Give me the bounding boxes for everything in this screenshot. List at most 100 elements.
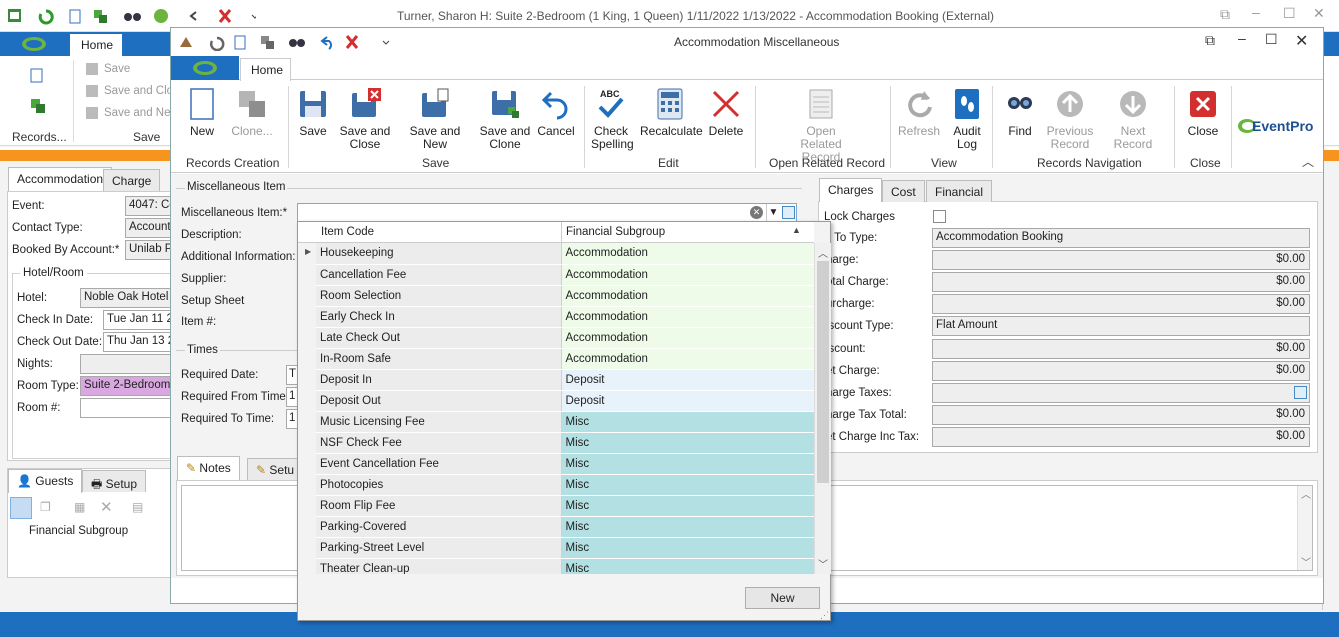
- back-clone-icon[interactable]: [30, 98, 46, 117]
- room-no-field[interactable]: [80, 398, 180, 418]
- back-tab-accommodation[interactable]: Accommodation: [8, 167, 113, 191]
- bill-to-type-field[interactable]: Accommodation Booking: [932, 228, 1310, 248]
- front-close-icon[interactable]: ✕: [1295, 31, 1308, 51]
- ribbon-cancel-button[interactable]: Cancel: [536, 87, 576, 138]
- grid-new-icon[interactable]: [10, 497, 32, 519]
- check-in-field[interactable]: Tue Jan 11 20: [103, 310, 180, 330]
- col-item-code-header[interactable]: Item Code: [321, 226, 374, 238]
- col-financial-subgroup-header[interactable]: Financial Subgroup: [566, 226, 665, 238]
- dropdown-row[interactable]: Housekeeping Accommodation: [316, 243, 814, 265]
- back-save-new-button[interactable]: Save and New: [104, 107, 179, 119]
- dropdown-scroll-thumb[interactable]: [817, 261, 829, 483]
- dropdown-row[interactable]: Deposit Out Deposit: [316, 390, 814, 412]
- combo-clear-icon[interactable]: ✕: [750, 206, 763, 219]
- back-tab-charge[interactable]: Charge: [103, 169, 161, 191]
- discount-field[interactable]: $0.00: [932, 339, 1310, 359]
- ribbon-save-new-button[interactable]: Save and New: [398, 87, 472, 151]
- ribbon-save-button[interactable]: Save: [295, 87, 331, 138]
- notes-scroll-up-icon[interactable]: ︿: [1301, 486, 1311, 501]
- ribbon-new-button[interactable]: New: [183, 87, 221, 138]
- ribbon-collapse-icon[interactable]: ︿: [1302, 153, 1314, 170]
- dropdown-row[interactable]: In-Room Safe Accommodation: [316, 348, 814, 370]
- back-tab-guests[interactable]: 👤 Guests: [8, 469, 83, 493]
- ribbon-next-record-button[interactable]: Next Record: [1101, 87, 1165, 151]
- dropdown-row[interactable]: Room Flip Fee Misc: [316, 495, 814, 517]
- ribbon-check-spelling-button[interactable]: ABC Check Spelling: [591, 87, 634, 151]
- dropdown-row[interactable]: Theater Clean-up Misc: [316, 558, 814, 574]
- ribbon-audit-log-button[interactable]: Audit Log: [949, 87, 985, 151]
- dropdown-row[interactable]: Deposit In Deposit: [316, 369, 814, 391]
- dropdown-row[interactable]: NSF Check Fee Misc: [316, 432, 814, 454]
- grid-delete-icon[interactable]: ✕: [100, 498, 113, 516]
- notes-tab[interactable]: ✎ Notes: [177, 456, 240, 480]
- notes-scrollbar[interactable]: ︿ ﹀: [1297, 486, 1312, 570]
- combo-edit-icon[interactable]: [782, 206, 795, 219]
- ribbon-clone-button[interactable]: Clone...: [227, 87, 277, 138]
- dropdown-new-button[interactable]: New: [745, 587, 820, 609]
- total-charge-field[interactable]: $0.00: [932, 272, 1310, 292]
- front-maximize-icon[interactable]: ☐: [1265, 31, 1278, 48]
- dropdown-row[interactable]: Music Licensing Fee Misc: [316, 411, 814, 433]
- charge-field[interactable]: $0.00: [932, 250, 1310, 270]
- dropdown-row[interactable]: Photocopies Misc: [316, 474, 814, 496]
- back-restore-icon[interactable]: ⧉: [1220, 6, 1230, 23]
- dropdown-row[interactable]: Event Cancellation Fee Misc: [316, 453, 814, 475]
- dropdown-scroll-up-icon[interactable]: ︿: [818, 245, 828, 260]
- setup-notes-tab[interactable]: ✎ Setu: [247, 458, 299, 480]
- dropdown-row[interactable]: Parking-Street Level Misc: [316, 537, 814, 559]
- back-ribbon-tab-home[interactable]: Home: [70, 34, 122, 56]
- back-save-button[interactable]: Save: [104, 63, 130, 75]
- front-minimize-icon[interactable]: –: [1238, 30, 1246, 46]
- back-maximize-icon[interactable]: ☐: [1283, 5, 1296, 22]
- check-out-field[interactable]: Thu Jan 13 20: [103, 332, 180, 352]
- net-charge-field[interactable]: $0.00: [932, 361, 1310, 381]
- dropdown-resize-grip-icon[interactable]: ⋰: [820, 610, 829, 621]
- dropdown-row[interactable]: Cancellation Fee Accommodation: [316, 264, 814, 286]
- ribbon-close-button[interactable]: Close: [1183, 87, 1223, 138]
- discount-type-field[interactable]: Flat Amount: [932, 316, 1310, 336]
- back-save-close-button[interactable]: Save and Clos: [104, 85, 179, 97]
- dropdown-row[interactable]: Parking-Covered Misc: [316, 516, 814, 538]
- ribbon-delete-button[interactable]: Delete: [707, 87, 745, 138]
- front-ribbon-tab-home[interactable]: Home: [240, 58, 291, 81]
- grid-table-icon[interactable]: ▦: [74, 500, 85, 514]
- nights-field[interactable]: [80, 354, 180, 374]
- lock-charges-checkbox[interactable]: [933, 210, 946, 223]
- hotel-field[interactable]: Noble Oak Hotel: [80, 288, 180, 308]
- dropdown-scroll-down-icon[interactable]: ﹀: [818, 556, 828, 571]
- back-minimize-icon[interactable]: –: [1252, 4, 1260, 20]
- back-tab-setup[interactable]: 🖶 Setup: [82, 470, 147, 492]
- tab-financial[interactable]: Financial: [926, 180, 993, 202]
- back-close-icon[interactable]: ✕: [1313, 5, 1325, 22]
- notes-scroll-down-icon[interactable]: ﹀: [1301, 554, 1311, 569]
- back-app-menu-button[interactable]: [0, 32, 68, 56]
- ribbon-find-button[interactable]: Find: [1002, 87, 1038, 138]
- grid-other-icon[interactable]: ▤: [132, 500, 143, 514]
- combo-dropdown-icon[interactable]: ▼: [766, 204, 780, 222]
- ribbon-refresh-button[interactable]: Refresh: [897, 87, 941, 138]
- ribbon-save-clone-button[interactable]: Save and Clone: [479, 87, 531, 151]
- surcharge-field[interactable]: $0.00: [932, 294, 1310, 314]
- charge-tax-total-field[interactable]: $0.00: [932, 405, 1310, 425]
- front-qat-icons[interactable]: [177, 33, 397, 54]
- tab-charges[interactable]: Charges: [819, 178, 883, 202]
- ribbon-open-related-button[interactable]: Open Related Record: [784, 87, 858, 164]
- front-restore-icon[interactable]: ⧉: [1205, 32, 1215, 49]
- room-type-field[interactable]: Suite 2-Bedroom (: [80, 376, 180, 396]
- misc-item-combobox[interactable]: ✕ ▼: [297, 203, 797, 223]
- charge-taxes-field[interactable]: [932, 383, 1310, 403]
- tab-cost[interactable]: Cost: [882, 180, 925, 202]
- back-qat-icons[interactable]: [6, 7, 259, 28]
- grid-clone-icon[interactable]: ❐: [40, 500, 51, 514]
- charge-taxes-edit-icon[interactable]: [1294, 386, 1307, 399]
- back-new-icon[interactable]: [30, 68, 44, 87]
- ribbon-previous-record-button[interactable]: Previous Record: [1043, 87, 1097, 151]
- ribbon-recalculate-button[interactable]: Recalculate: [640, 87, 703, 138]
- net-charge-inc-tax-field[interactable]: $0.00: [932, 427, 1310, 447]
- front-app-menu-button[interactable]: [171, 56, 239, 80]
- dropdown-row[interactable]: Room Selection Accommodation: [316, 285, 814, 307]
- ribbon-save-close-button[interactable]: Save and Close: [339, 87, 391, 151]
- dropdown-row[interactable]: Late Check Out Accommodation: [316, 327, 814, 349]
- dropdown-scrollbar[interactable]: ︿ ﹀: [814, 243, 831, 574]
- dropdown-row[interactable]: Early Check In Accommodation: [316, 306, 814, 328]
